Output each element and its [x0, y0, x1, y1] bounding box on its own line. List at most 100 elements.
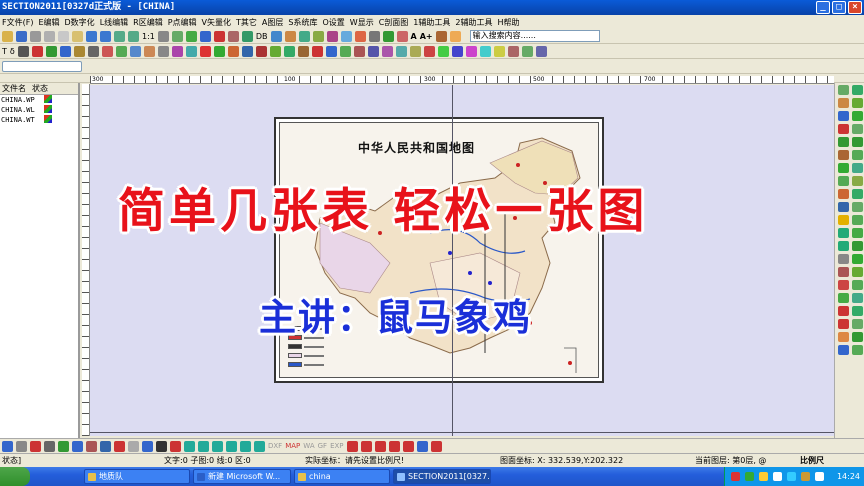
table-insert-icon[interactable] — [521, 45, 533, 57]
export-map-button[interactable]: MAP — [285, 442, 300, 450]
tool-icon[interactable] — [838, 319, 849, 329]
grid-toggle-icon[interactable] — [16, 440, 27, 452]
close-line-icon[interactable] — [241, 45, 253, 57]
menu-display[interactable]: W显示 — [350, 17, 374, 28]
tool-icon[interactable] — [852, 202, 863, 212]
layer-toggle-icon[interactable] — [30, 440, 41, 452]
tool-icon[interactable] — [838, 280, 849, 290]
smooth-icon[interactable] — [227, 45, 239, 57]
tool-icon[interactable] — [838, 306, 849, 316]
taskbar-item[interactable]: SECTION2011[0327... — [393, 469, 491, 484]
zoom-1to1-button[interactable]: 1:1 — [142, 32, 155, 41]
menu-help[interactable]: H帮助 — [497, 17, 519, 28]
print-icon[interactable] — [30, 30, 41, 42]
join-icon[interactable] — [129, 45, 141, 57]
parameter-field[interactable] — [2, 60, 82, 72]
text-aplus-button[interactable]: A+ — [420, 32, 433, 41]
export-icon[interactable] — [535, 45, 547, 57]
flag-icon[interactable] — [326, 30, 338, 42]
query-icon[interactable] — [241, 30, 253, 42]
tool-icon[interactable] — [838, 345, 849, 355]
menu-tools-2[interactable]: 2辅助工具 — [455, 17, 492, 28]
paste-icon[interactable] — [72, 30, 83, 42]
highlight-icon[interactable] — [170, 440, 181, 452]
mark-icon[interactable] — [423, 45, 435, 57]
export-wa-button[interactable]: WA — [303, 442, 314, 450]
tool-icon[interactable] — [838, 176, 849, 186]
tool-icon[interactable] — [852, 150, 863, 160]
refresh-icon[interactable] — [171, 30, 183, 42]
build-icon[interactable] — [367, 45, 379, 57]
tool-icon[interactable] — [838, 332, 849, 342]
menu-settings[interactable]: O设置 — [322, 17, 344, 28]
layer-icon[interactable] — [185, 30, 197, 42]
clock[interactable]: 14:24 — [837, 467, 860, 486]
vertex-icon[interactable] — [213, 45, 225, 57]
tool-icon[interactable] — [838, 202, 849, 212]
point-icon[interactable] — [45, 45, 57, 57]
file-status-icon[interactable] — [44, 95, 52, 103]
collapse-icon[interactable] — [254, 440, 265, 452]
pan-icon[interactable] — [157, 30, 169, 42]
stamp-icon[interactable] — [354, 30, 366, 42]
zoom-out-icon[interactable] — [128, 30, 139, 42]
open-icon[interactable] — [2, 30, 13, 42]
brush-icon[interactable] — [449, 30, 461, 42]
file-status-icon[interactable] — [44, 105, 52, 113]
tool-icon[interactable] — [852, 98, 863, 108]
file-row[interactable]: CHINA.WT — [0, 115, 78, 125]
tray-icon[interactable] — [815, 472, 824, 481]
red-tool-icon[interactable] — [388, 440, 400, 452]
tool-icon[interactable] — [852, 332, 863, 342]
tool-icon[interactable] — [838, 228, 849, 238]
tool-icon[interactable] — [852, 189, 863, 199]
contour-icon[interactable] — [437, 45, 449, 57]
break-icon[interactable] — [255, 45, 267, 57]
right-arrow-icon[interactable] — [226, 440, 237, 452]
panel-icon[interactable] — [100, 440, 111, 452]
tray-icon[interactable] — [773, 472, 782, 481]
expand-icon[interactable] — [240, 440, 251, 452]
taskbar-item[interactable]: china — [294, 469, 390, 484]
start-button[interactable] — [0, 467, 30, 486]
red-tool-icon[interactable] — [402, 440, 414, 452]
rotate-icon[interactable] — [87, 45, 99, 57]
menu-layer[interactable]: A图层 — [262, 17, 283, 28]
buffer-icon[interactable] — [283, 45, 295, 57]
maximize-button[interactable]: □ — [832, 1, 846, 14]
red-tool-icon[interactable] — [374, 440, 386, 452]
link-icon[interactable] — [340, 30, 352, 42]
red-tool-icon[interactable] — [346, 440, 358, 452]
up-arrow-icon[interactable] — [184, 440, 195, 452]
tool-icon[interactable] — [838, 98, 849, 108]
menu-region-edit[interactable]: R区编辑 — [133, 17, 163, 28]
column-file-name[interactable]: 文件名 — [2, 83, 26, 94]
tool-icon[interactable] — [852, 124, 863, 134]
menu-point-edit[interactable]: P点编辑 — [168, 17, 197, 28]
export-dxf-button[interactable]: DXF — [268, 442, 282, 450]
text-a-button[interactable]: A — [411, 32, 417, 41]
menu-section[interactable]: C剖面图 — [379, 17, 409, 28]
copy-feature-icon[interactable] — [185, 45, 197, 57]
tool-icon[interactable] — [838, 215, 849, 225]
menu-file[interactable]: F文件(F) — [2, 17, 33, 28]
trim-icon[interactable] — [157, 45, 169, 57]
tree-icon[interactable] — [58, 440, 69, 452]
text-tool-button[interactable]: T — [2, 47, 7, 56]
color-icon[interactable] — [396, 30, 408, 42]
tray-icon[interactable] — [801, 472, 810, 481]
tool-icon[interactable] — [852, 137, 863, 147]
tool-icon[interactable] — [838, 254, 849, 264]
tray-icon[interactable] — [731, 472, 740, 481]
delta-tool-button[interactable]: δ — [10, 47, 15, 56]
tool-icon[interactable] — [852, 111, 863, 121]
menu-vectorize[interactable]: V矢量化 — [202, 17, 231, 28]
move-icon[interactable] — [73, 45, 85, 57]
tool-icon[interactable] — [852, 163, 863, 173]
search-input[interactable]: 输入搜索内容...... — [469, 30, 600, 42]
tool-icon[interactable] — [852, 215, 863, 225]
view-icon[interactable] — [2, 440, 13, 452]
blue-tool-icon[interactable] — [416, 440, 428, 452]
table-icon[interactable] — [270, 30, 282, 42]
clip-icon[interactable] — [297, 45, 309, 57]
